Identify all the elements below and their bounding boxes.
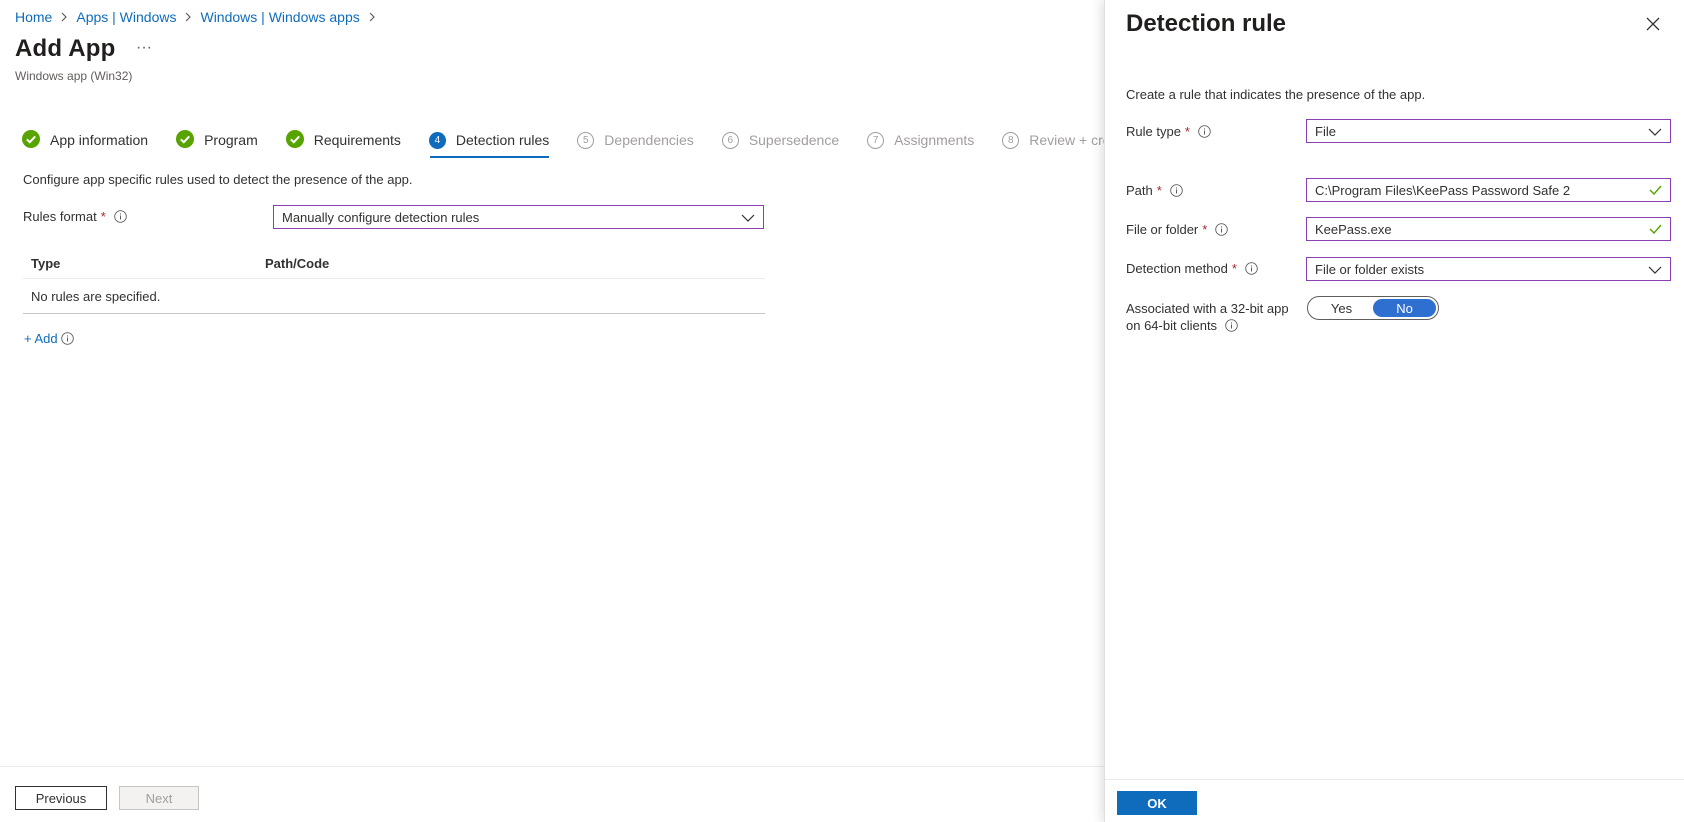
toggle-option-no[interactable]: No [1373,299,1436,317]
rules-table: Type Path/Code No rules are specified. [23,248,765,314]
required-asterisk: * [1156,183,1162,198]
chevron-down-icon [741,210,755,225]
info-icon[interactable] [60,332,74,345]
chevron-right-icon [60,12,68,22]
page-subtitle: Windows app (Win32) [15,69,133,83]
detection-method-dropdown[interactable]: File or folder exists [1306,257,1671,281]
panel-footer-divider [1105,779,1684,780]
add-label: + Add [24,331,58,346]
tab-label: App information [50,132,149,148]
tab-program[interactable]: Program [176,125,258,155]
step-number-badge: 8 [1002,131,1020,149]
tab-label: Supersedence [748,132,840,148]
info-icon[interactable] [114,210,127,223]
previous-button[interactable]: Previous [15,786,107,810]
tab-app-information[interactable]: App information [22,125,148,155]
check-circle-icon [22,129,40,151]
field-label-text: Rule type [1126,124,1181,139]
associated-32bit-toggle[interactable]: Yes No [1307,296,1439,320]
field-label-text: Rules format [23,209,97,224]
tab-label: Assignments [894,132,975,148]
breadcrumb-windows-apps[interactable]: Windows | Windows apps [200,9,359,25]
chevron-right-icon [184,12,192,22]
field-label-text: Path [1126,183,1153,198]
checkmark-icon [1649,183,1662,198]
rule-type-dropdown[interactable]: File [1306,119,1671,143]
detection-method-label: Detection method * [1126,261,1258,276]
input-value: KeePass.exe [1315,221,1392,237]
checkmark-icon [1649,222,1662,237]
tab-dependencies[interactable]: 5 Dependencies [577,125,694,155]
tab-supersedence[interactable]: 6 Supersedence [721,125,840,155]
rules-format-dropdown[interactable]: Manually configure detection rules [273,205,764,229]
dropdown-value: Manually configure detection rules [282,209,480,225]
tab-label: Detection rules [455,132,550,148]
check-circle-icon [285,129,304,151]
required-asterisk: * [1231,261,1237,276]
file-or-folder-label: File or folder * [1126,222,1229,237]
chevron-right-icon [368,12,376,22]
step-number-badge: 7 [867,131,885,149]
section-description: Configure app specific rules used to det… [23,172,413,187]
breadcrumb-apps-windows[interactable]: Apps | Windows [76,9,176,25]
info-icon[interactable] [1245,262,1258,275]
next-button[interactable]: Next [119,786,199,810]
table-empty-row: No rules are specified. [23,279,765,314]
rule-type-label: Rule type * [1126,124,1211,139]
panel-description: Create a rule that indicates the presenc… [1126,87,1426,102]
required-asterisk: * [100,209,106,224]
dropdown-value: File or folder exists [1315,261,1425,277]
dropdown-value: File [1315,123,1336,139]
path-label: Path * [1126,183,1183,198]
close-icon[interactable] [1643,14,1663,34]
page-title: Add App [15,35,116,62]
panel-title: Detection rule [1126,10,1287,37]
field-label-line: on 64-bit clients [1126,318,1218,333]
step-number-badge: 4 [428,131,446,149]
step-number-badge: 6 [721,131,739,149]
breadcrumb-home[interactable]: Home [15,9,52,25]
file-or-folder-input[interactable]: KeePass.exe [1306,217,1671,241]
chevron-down-icon [1648,124,1662,139]
info-icon[interactable] [1170,184,1183,197]
ok-button[interactable]: OK [1117,791,1197,815]
tab-requirements[interactable]: Requirements [285,125,401,155]
table-header: Type Path/Code [23,248,765,279]
more-options-button[interactable]: ··· [136,39,152,57]
tab-label: Program [204,132,258,148]
info-icon[interactable] [1215,223,1229,236]
tab-label: Requirements [313,132,401,148]
footer-divider [0,766,1104,767]
tab-label: Dependencies [604,132,694,148]
wizard-steps: App information Program Requirements 4 D… [22,125,1158,158]
breadcrumb: Home Apps | Windows Windows | Windows ap… [15,9,384,25]
field-label-line-wrapper: on 64-bit clients [1126,317,1289,334]
info-icon[interactable] [1225,319,1238,332]
tab-assignments[interactable]: 7 Assignments [867,125,974,155]
detection-rule-panel: Detection rule Create a rule that indica… [1104,0,1684,822]
field-label-text: Detection method [1126,261,1228,276]
field-label-line: Associated with a 32-bit app [1126,301,1289,316]
input-value: C:\Program Files\KeePass Password Safe 2 [1315,182,1571,198]
tab-detection-rules[interactable]: 4 Detection rules [428,125,550,158]
toggle-option-yes[interactable]: Yes [1310,299,1373,317]
check-circle-icon [176,129,195,151]
add-rule-link[interactable]: + Add [24,331,74,346]
rules-format-label: Rules format * [23,209,127,224]
column-header-type: Type [31,255,61,271]
field-label-text: File or folder [1126,222,1199,237]
associated-32bit-label: Associated with a 32-bit app on 64-bit c… [1126,300,1289,334]
path-input[interactable]: C:\Program Files\KeePass Password Safe 2 [1306,178,1671,202]
required-asterisk: * [1202,222,1208,237]
empty-message: No rules are specified. [31,288,161,304]
chevron-down-icon [1648,262,1662,277]
required-asterisk: * [1184,124,1190,139]
step-number-badge: 5 [577,131,595,149]
column-header-path-code: Path/Code [265,255,330,271]
info-icon[interactable] [1198,125,1211,138]
